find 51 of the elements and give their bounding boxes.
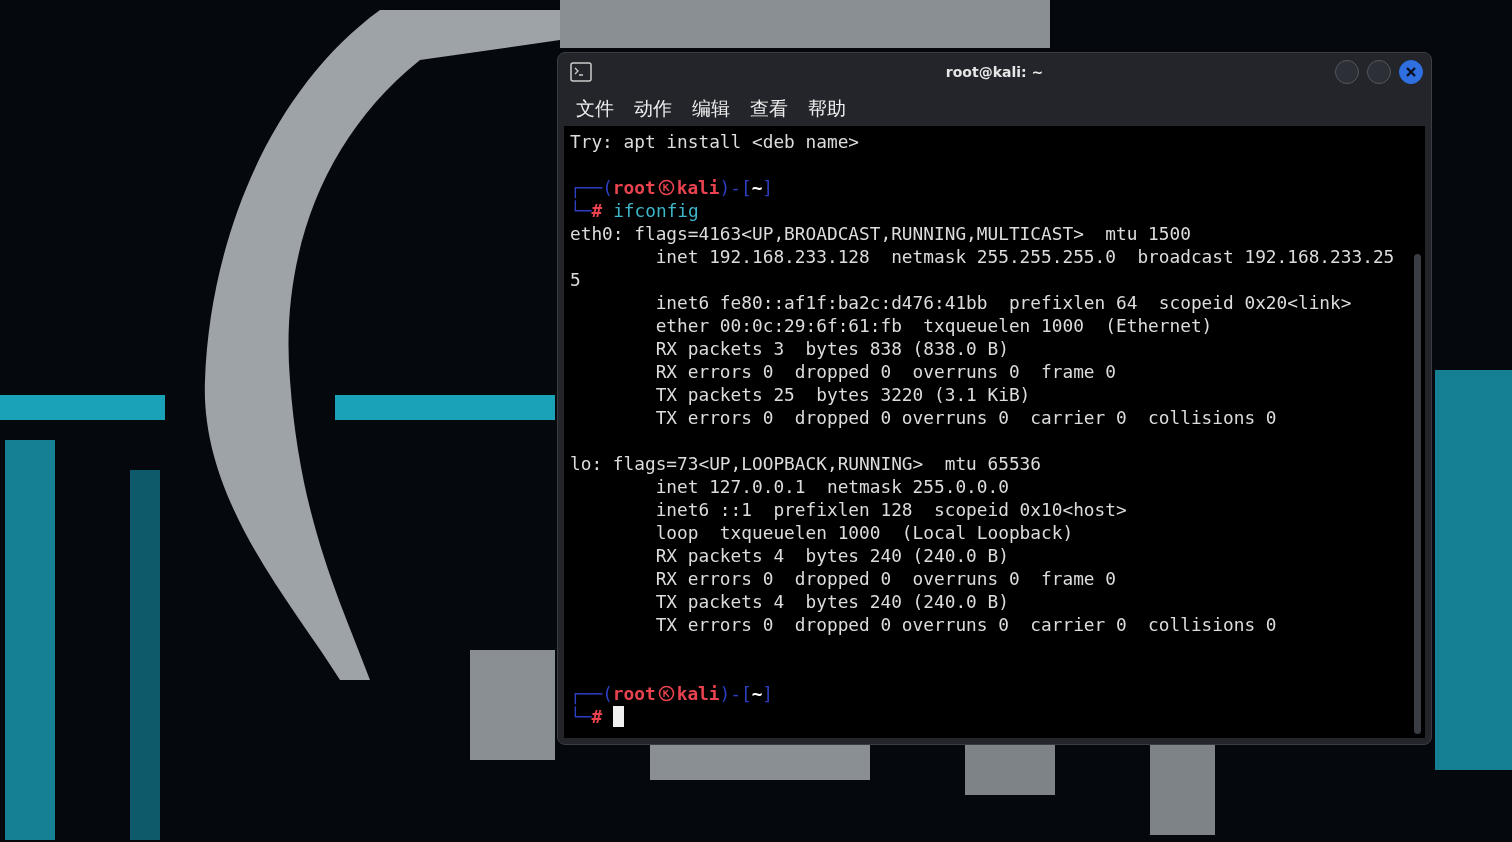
prompt-bracket: (	[602, 682, 613, 704]
close-button[interactable]	[1399, 60, 1423, 84]
prompt-host: kali	[676, 176, 720, 199]
prompt-symbol: #	[591, 199, 603, 222]
prompt-user: root	[612, 682, 656, 705]
prompt-corner: └─	[570, 199, 592, 222]
output-line: TX errors 0 dropped 0 overruns 0 carrier 0 collisions 0	[654, 406, 1277, 429]
circled-symbol-icon	[657, 179, 675, 196]
prompt-corner: └─	[570, 705, 592, 728]
output-line: inet 127.0.0.1 netmask 255.0.0.0	[654, 475, 1009, 498]
output-line: lo: flags=73<UP,LOOPBACK,RUNNING> mtu 65536	[570, 452, 1042, 475]
prompt-directory: ~	[751, 176, 763, 199]
output-line: inet6 ::1 prefixlen 128 scopeid 0x10<host>	[654, 498, 1127, 521]
terminal-icon	[570, 62, 592, 82]
close-icon	[1405, 66, 1417, 78]
prompt-directory: ~	[751, 682, 763, 705]
output-line: 5	[570, 268, 581, 291]
menu-item[interactable]: 帮助	[808, 94, 846, 123]
output-line: TX errors 0 dropped 0 overruns 0 carrier 0 collisions 0	[654, 613, 1277, 636]
circled-symbol-icon	[657, 685, 675, 702]
menu-item[interactable]: 动作	[634, 94, 672, 123]
prompt-symbol: #	[591, 705, 603, 728]
window-title: root@kali: ~	[945, 63, 1044, 80]
output-line: inet 192.168.233.128 netmask 255.255.255.0 broadcast 192.168.233.25	[654, 245, 1395, 268]
prompt-bracket: )-[	[719, 176, 752, 199]
menu-item[interactable]: 查看	[750, 94, 788, 123]
output-line: inet6 fe80::af1f:ba2c:d476:41bb prefixlen 64 scopeid 0x20<link>	[654, 291, 1352, 314]
output-line: loop txqueuelen 1000 (Local Loopback)	[654, 521, 1074, 544]
prompt-user: root	[612, 176, 656, 199]
prompt-bracket: ]	[762, 176, 774, 199]
output-line: RX errors 0 dropped 0 overruns 0 frame 0	[654, 360, 1116, 383]
output-line: TX packets 4 bytes 240 (240.0 B)	[654, 590, 1009, 613]
output-line: eth0: flags=4163<UP,BROADCAST,RUNNING,MULTICAST> mtu 1500	[570, 222, 1191, 245]
prompt-corner: ┌──	[570, 176, 603, 199]
prompt-bracket: (	[602, 176, 613, 198]
output-line: TX packets 25 bytes 3220 (3.1 KiB)	[654, 383, 1031, 406]
maximize-button[interactable]	[1367, 60, 1391, 84]
menu-item[interactable]: 文件	[576, 94, 614, 123]
prompt-host: kali	[676, 682, 720, 705]
output-line: RX packets 3 bytes 838 (838.0 B)	[654, 337, 1009, 360]
output-line: RX packets 4 bytes 240 (240.0 B)	[654, 544, 1009, 567]
output-line: RX errors 0 dropped 0 overruns 0 frame 0	[654, 567, 1116, 590]
prompt-bracket: )-[	[719, 682, 752, 705]
prompt-corner: ┌──	[570, 682, 603, 705]
output-line: Try: apt install <deb name>	[570, 130, 860, 153]
command-text: ifconfig	[613, 199, 699, 222]
output-line: ether 00:0c:29:6f:61:fb txqueuelen 1000 (Ethernet)	[654, 314, 1213, 337]
prompt-bracket: ]	[762, 682, 774, 705]
minimize-button[interactable]	[1335, 60, 1359, 84]
scrollbar[interactable]	[1414, 254, 1421, 734]
menu-item[interactable]: 编辑	[692, 94, 730, 123]
